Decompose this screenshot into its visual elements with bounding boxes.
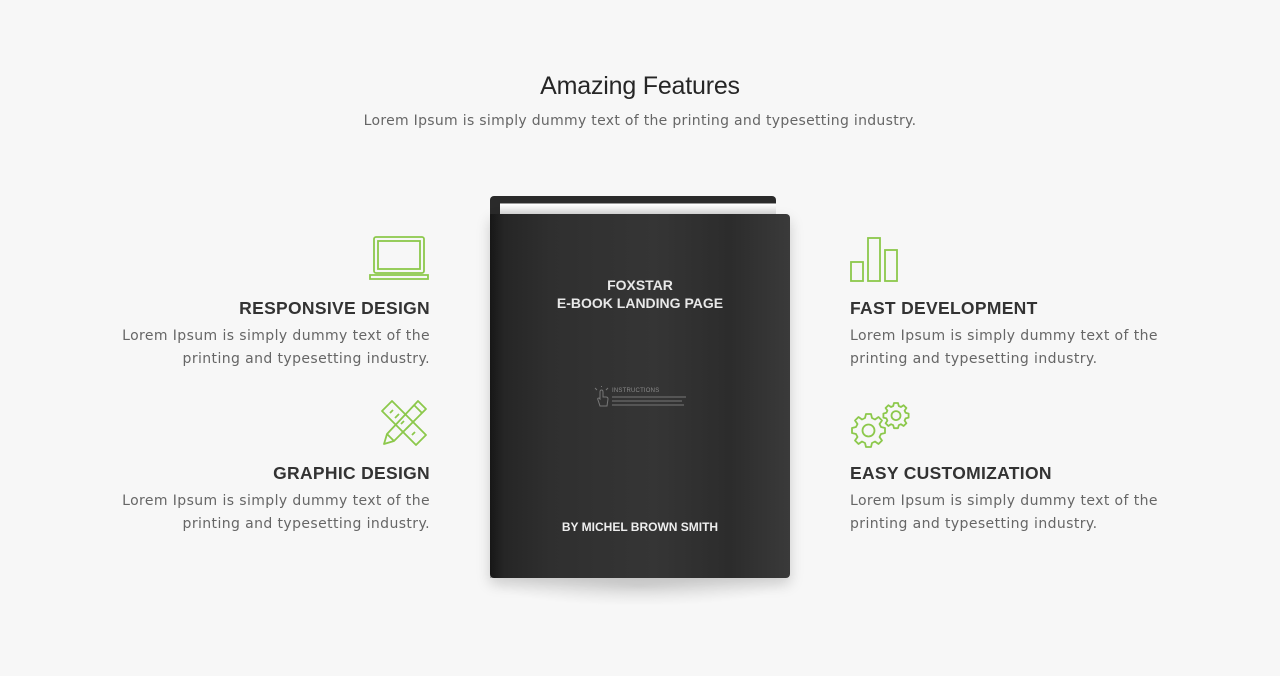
feature-text-line: Lorem Ipsum is simply dummy text of the: [122, 493, 430, 509]
book-author: BY MICHEL BROWN SMITH: [561, 520, 719, 534]
ebook-cover-image: FOXSTAR E-BOOK LANDING PAGE INSTRUCTIONS…: [490, 196, 790, 606]
tap-hand-icon: [594, 386, 609, 407]
book-title-line: E-BOOK LANDING PAGE: [556, 295, 724, 311]
feature-title: EASY CUSTOMIZATION: [850, 463, 1052, 483]
feature-responsive-design: RESPONSIVE DESIGN Lorem Ipsum is simply …: [90, 232, 430, 371]
book-title: FOXSTAR E-BOOK LANDING PAGE: [490, 276, 790, 312]
feature-text-line: printing and typesetting industry.: [182, 351, 430, 367]
feature-description: Lorem Ipsum is simply dummy text of the …: [850, 325, 1190, 371]
feature-title: RESPONSIVE DESIGN: [239, 298, 430, 318]
gears-icon: [850, 397, 1190, 449]
instructions-text-lines: [612, 396, 686, 408]
feature-text-line: Lorem Ipsum is simply dummy text of the: [850, 493, 1158, 509]
bar-chart-icon: [850, 232, 1190, 284]
feature-fast-development: FAST DEVELOPMENT Lorem Ipsum is simply d…: [850, 232, 1190, 371]
section-title: Amazing Features: [540, 72, 740, 100]
instructions-label: INSTRUCTIONS: [612, 388, 660, 394]
feature-text-line: printing and typesetting industry.: [850, 516, 1098, 532]
feature-text-line: printing and typesetting industry.: [182, 516, 430, 532]
feature-description: Lorem Ipsum is simply dummy text of the …: [90, 325, 430, 371]
feature-text-line: printing and typesetting industry.: [850, 351, 1098, 367]
feature-description: Lorem Ipsum is simply dummy text of the …: [850, 490, 1190, 536]
book-instructions: INSTRUCTIONS: [594, 386, 704, 410]
section-subtitle: Lorem Ipsum is simply dummy text of the …: [363, 113, 917, 129]
feature-title: GRAPHIC DESIGN: [273, 463, 430, 483]
feature-description: Lorem Ipsum is simply dummy text of the …: [90, 490, 430, 536]
book-title-line: FOXSTAR: [607, 277, 673, 293]
pencil-ruler-icon: [90, 397, 430, 449]
feature-graphic-design: GRAPHIC DESIGN Lorem Ipsum is simply dum…: [90, 397, 430, 536]
feature-text-line: Lorem Ipsum is simply dummy text of the: [122, 328, 430, 344]
laptop-icon: [90, 232, 430, 284]
book-front-cover: FOXSTAR E-BOOK LANDING PAGE INSTRUCTIONS…: [490, 214, 790, 578]
feature-title: FAST DEVELOPMENT: [850, 298, 1038, 318]
feature-text-line: Lorem Ipsum is simply dummy text of the: [850, 328, 1158, 344]
feature-easy-customization: EASY CUSTOMIZATION Lorem Ipsum is simply…: [850, 397, 1190, 536]
